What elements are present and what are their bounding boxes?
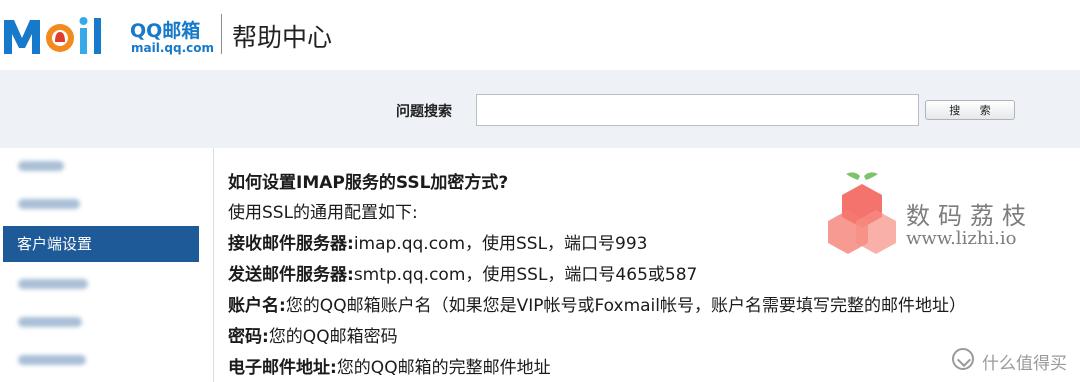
brand-text: 什么值得买 [982,354,1067,374]
config-key: 电子邮件地址: [228,358,337,378]
search-bar: 问题搜索 搜 索 [0,70,1080,148]
config-value: imap.qq.com，使用SSL，端口号993 [353,234,648,254]
config-value: 您的QQ邮箱账户名（如果您是VIP帐号或Foxmail帐号，账户名需要填写完整的… [285,296,967,316]
mail-logo-icon [4,17,101,54]
config-key: 密码: [228,327,269,347]
article-title: 如何设置IMAP服务的SSL加密方式? [228,173,509,193]
qq-mail-logo[interactable]: QQ邮箱 mail.qq.com [2,10,214,62]
config-value: 您的QQ邮箱密码 [268,327,398,347]
blurred-label [18,355,86,365]
search-button[interactable]: 搜 索 [925,100,1015,120]
config-key: 发送邮件服务器: [228,265,354,285]
config-row: 发送邮件服务器:smtp.qq.com，使用SSL，端口号465或587 [228,260,697,285]
blurred-label [18,161,64,171]
blurred-label [18,317,82,327]
config-row: 接收邮件服务器:imap.qq.com，使用SSL，端口号993 [228,229,648,254]
page-title: 帮助中心 [232,23,333,52]
logo-chinese-text: QQ邮箱 [130,20,201,42]
config-row: 账户名:您的QQ邮箱账户名（如果您是VIP帐号或Foxmail帐号，账户名需要填… [228,291,966,316]
config-row: 电子邮件地址:您的QQ邮箱的完整邮件地址 [228,353,551,378]
header: QQ邮箱 mail.qq.com 帮助中心 [0,0,1080,70]
config-row: 密码:您的QQ邮箱密码 [228,322,398,347]
sidebar-item-6[interactable] [0,342,200,378]
sidebar-item-client-settings[interactable]: 客户端设置 [3,226,199,262]
blurred-label [18,279,88,289]
search-input[interactable] [476,94,919,126]
sidebar-item-label: 客户端设置 [17,235,93,253]
sidebar: 客户端设置 [0,148,214,382]
article: 如何设置IMAP服务的SSL加密方式? 使用SSL的通用配置如下: 接收邮件服务… [228,160,1080,382]
article-intro: 使用SSL的通用配置如下: [228,203,418,223]
config-value: smtp.qq.com，使用SSL，端口号465或587 [353,265,698,285]
sidebar-item-5[interactable] [0,304,200,340]
config-key: 接收邮件服务器: [228,234,354,254]
header-divider [221,14,222,54]
search-label: 问题搜索 [396,104,452,120]
logo-domain-text: mail.qq.com [131,41,214,55]
config-value: 您的QQ邮箱的完整邮件地址 [336,358,551,378]
brand-logo-icon [952,348,974,370]
config-key: 账户名: [228,296,286,316]
sidebar-item-2[interactable] [0,186,200,222]
sidebar-item-4[interactable] [0,266,200,302]
sidebar-item-1[interactable] [0,148,200,184]
blurred-label [18,199,80,209]
